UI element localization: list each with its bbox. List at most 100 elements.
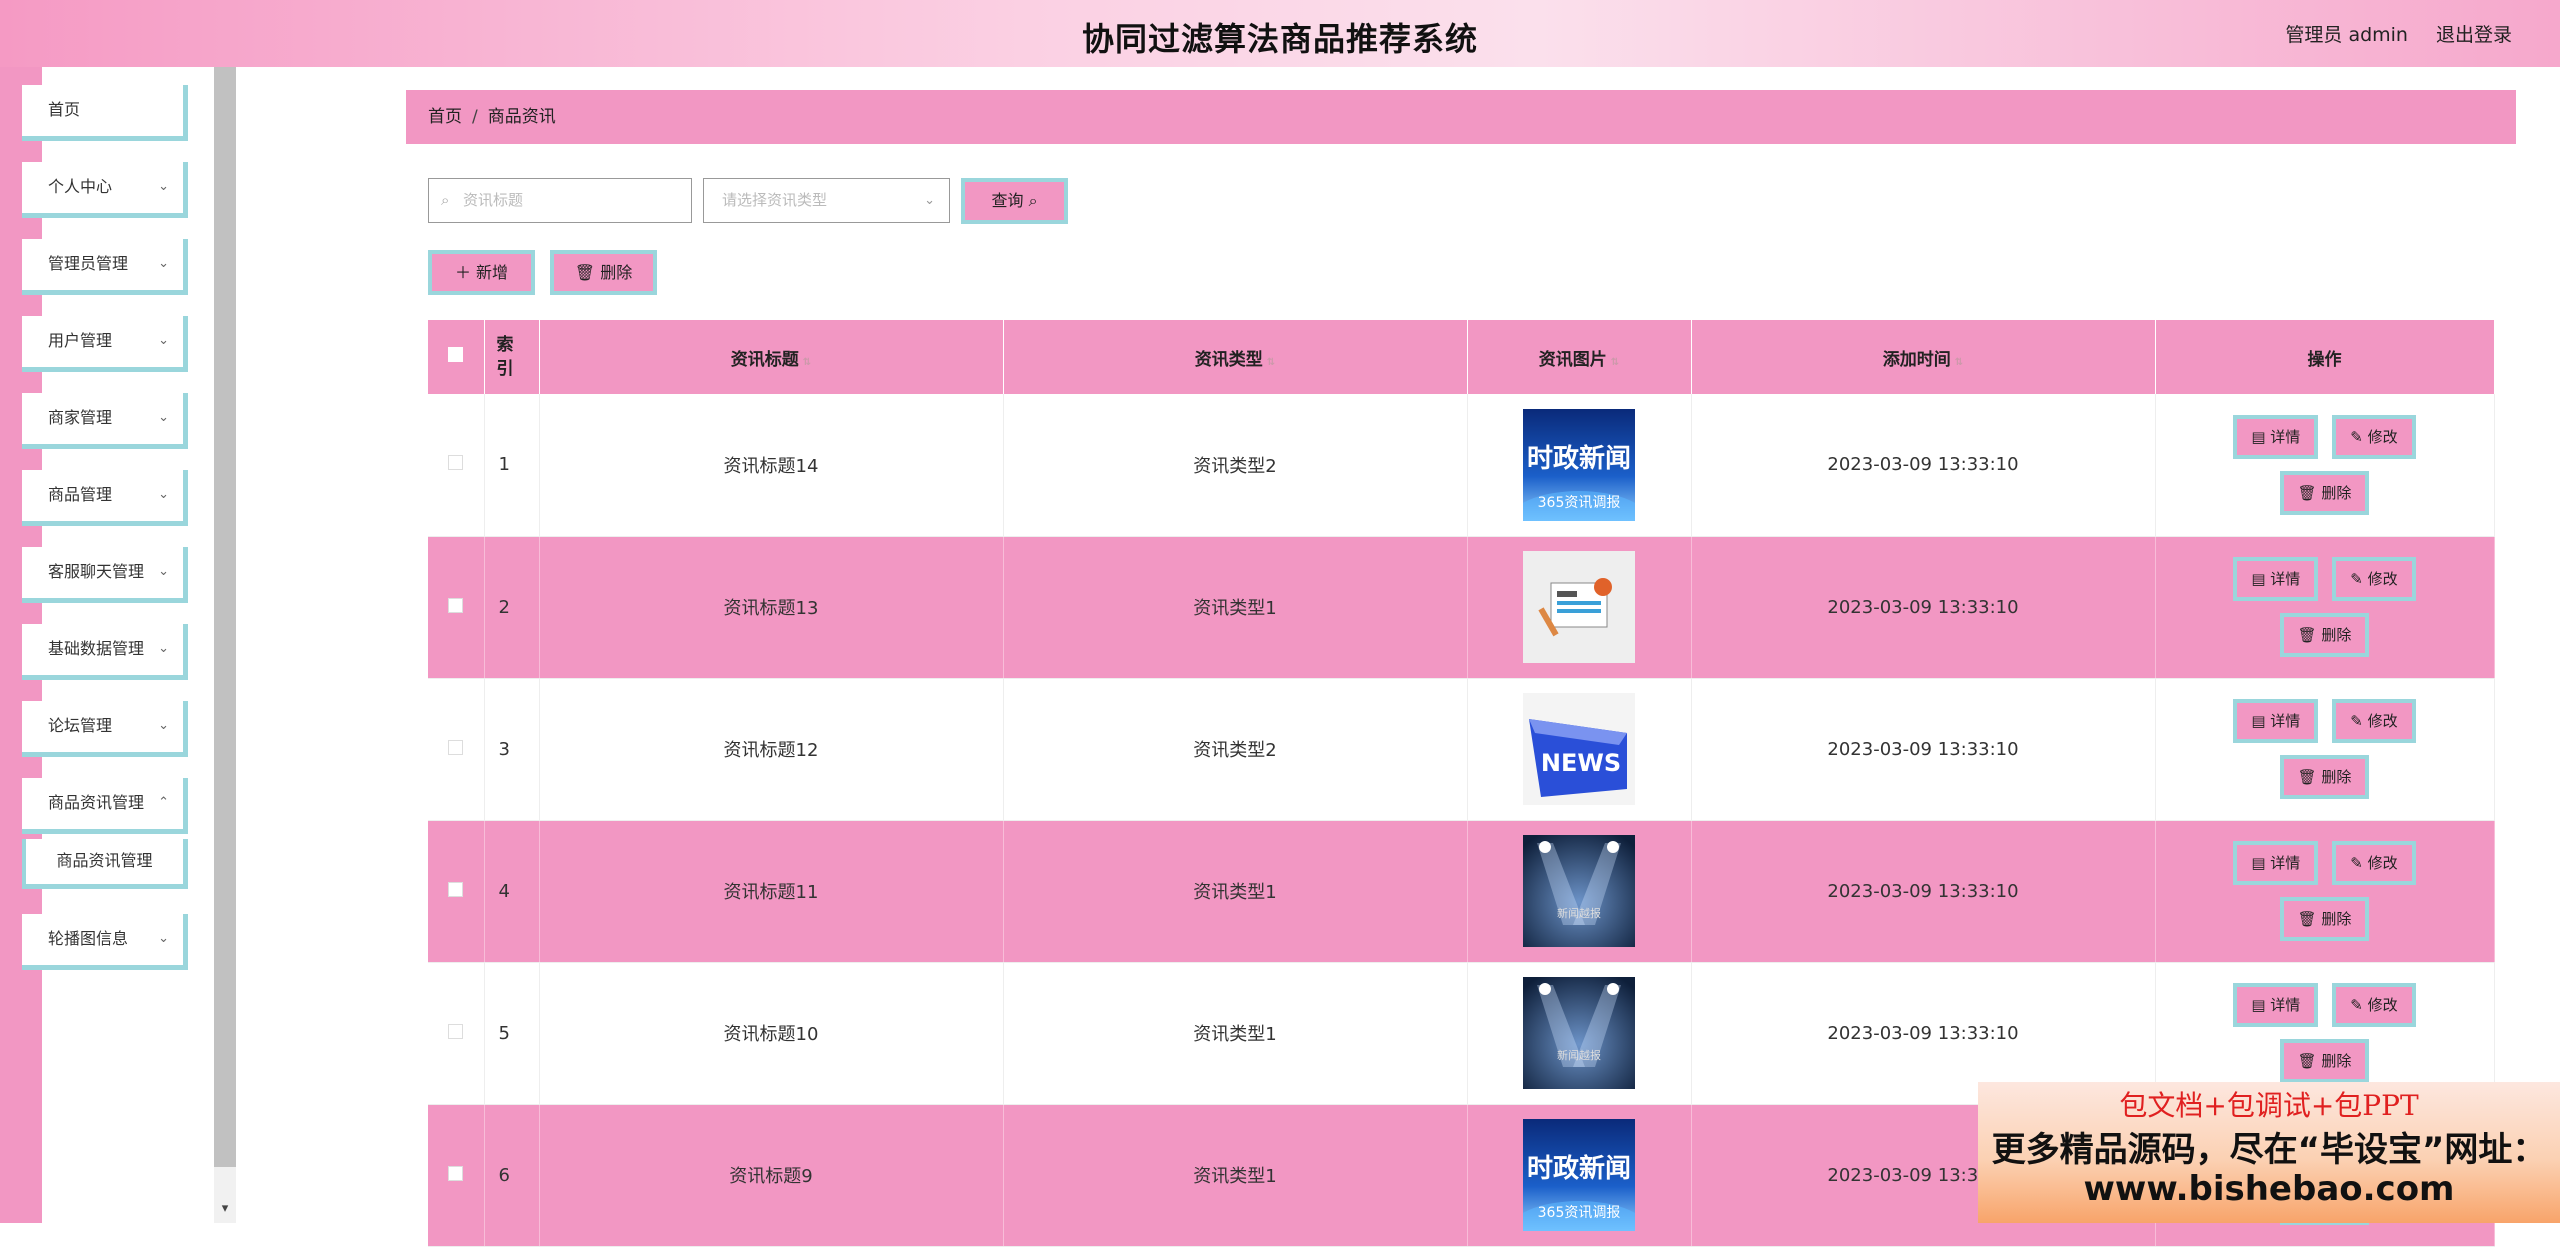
user-label[interactable]: 管理员 admin	[2285, 20, 2408, 47]
add-button[interactable]: ＋ 新增	[428, 250, 535, 295]
add-label: 新增	[476, 263, 509, 282]
document-icon: ▤	[2251, 996, 2266, 1014]
delete-button[interactable]: 🗑 删除	[2279, 613, 2370, 657]
delete-button[interactable]: 🗑 删除	[2279, 470, 2370, 515]
news-thumbnail[interactable]: 时政新闻 365资讯调报	[1523, 408, 1635, 521]
sidebar-item[interactable]: 商品资讯管理 ⌃	[22, 778, 188, 834]
row-image-cell: 时政新闻 365资讯调报	[1467, 394, 1692, 537]
title-search-input[interactable]: ⌕ 资讯标题	[428, 178, 692, 223]
svg-text:时政新闻: 时政新闻	[1527, 1153, 1631, 1184]
edit-button[interactable]: ✎ 修改	[2332, 841, 2416, 885]
table-row[interactable]: 1 资讯标题14 资讯类型2 时政新闻 365资讯调报 2023-03-09 13:33:…	[428, 394, 2495, 537]
chevron-down-icon: ⌄	[158, 410, 169, 425]
column-header-type[interactable]: 资讯类型 ⇅	[1003, 320, 1468, 394]
trash-icon: 🗑	[2297, 626, 2317, 644]
delete-label: 删除	[2321, 768, 2352, 786]
row-index: 3	[484, 678, 540, 821]
query-button[interactable]: 查询 ⌕	[961, 178, 1068, 224]
sidebar-item[interactable]: 管理员管理 ⌄	[22, 239, 188, 295]
sort-icon[interactable]: ⇅	[1267, 357, 1275, 368]
column-header-time[interactable]: 添加时间 ⇅	[1691, 320, 2156, 394]
row-select-cell	[428, 394, 485, 537]
select-all-checkbox[interactable]	[448, 347, 464, 362]
sidebar-item[interactable]: 基础数据管理 ⌄	[22, 624, 188, 680]
breadcrumb-home[interactable]: 首页	[428, 107, 462, 127]
row-checkbox[interactable]	[448, 1023, 464, 1039]
row-checkbox[interactable]	[448, 455, 464, 471]
edit-label: 修改	[2367, 570, 2398, 588]
table-row[interactable]: 3 资讯标题12 资讯类型2 NEWS 2023-03-09 13:33:10 ▤ 详情 ✎…	[428, 678, 2495, 821]
row-index: 5	[484, 962, 540, 1105]
detail-button[interactable]: ▤ 详情	[2233, 699, 2319, 743]
row-select-cell	[428, 536, 485, 679]
sidebar-item[interactable]: 个人中心 ⌄	[22, 162, 188, 218]
row-title: 资讯标题10	[539, 962, 1004, 1105]
news-thumbnail[interactable]	[1523, 551, 1635, 663]
scroll-down-icon[interactable]: ▾	[214, 1198, 236, 1220]
row-checkbox[interactable]	[448, 739, 464, 755]
delete-label: 删除	[600, 263, 633, 282]
app-title: 协同过滤算法商品推荐系统	[1081, 20, 1478, 58]
svg-text:时政新闻: 时政新闻	[1527, 443, 1631, 474]
row-checkbox[interactable]	[448, 881, 464, 897]
edit-button[interactable]: ✎ 修改	[2332, 557, 2416, 601]
sidebar-item-label: 商家管理	[48, 408, 113, 427]
delete-button[interactable]: 🗑 删除	[2279, 1039, 2370, 1083]
svg-text:365资讯调报: 365资讯调报	[1538, 1205, 1621, 1221]
detail-button[interactable]: ▤ 详情	[2233, 841, 2319, 885]
sidebar-item[interactable]: 客服聊天管理 ⌄	[22, 547, 188, 603]
row-type: 资讯类型1	[1003, 536, 1468, 679]
row-image-cell: NEWS	[1467, 678, 1692, 821]
row-title: 资讯标题9	[539, 1104, 1004, 1247]
sidebar-item-label: 管理员管理	[48, 254, 129, 273]
column-header-index: 索引	[484, 320, 540, 394]
sidebar-item-label: 首页	[48, 100, 81, 119]
type-select[interactable]: 请选择资讯类型 ⌄	[703, 178, 950, 223]
sort-icon[interactable]: ⇅	[803, 357, 811, 368]
sidebar-item[interactable]: 轮播图信息 ⌄	[22, 914, 188, 970]
detail-button[interactable]: ▤ 详情	[2233, 983, 2319, 1027]
sidebar-item[interactable]: 论坛管理 ⌄	[22, 701, 188, 757]
news-thumbnail[interactable]: 新闻越报	[1523, 835, 1635, 947]
sidebar-item[interactable]: 用户管理 ⌄	[22, 316, 188, 372]
news-thumbnail[interactable]: 新闻越报	[1523, 977, 1635, 1089]
table-row[interactable]: 4 资讯标题11 资讯类型1 新闻越报 2023-03-09 13:33:10 ▤ 详情 ✎…	[428, 820, 2495, 963]
sort-icon[interactable]: ⇅	[1955, 357, 1963, 368]
row-type: 资讯类型1	[1003, 820, 1468, 963]
edit-button[interactable]: ✎ 修改	[2332, 414, 2416, 459]
batch-delete-button[interactable]: 🗑 删除	[550, 250, 657, 295]
scrollbar-thumb[interactable]	[214, 67, 236, 1167]
svg-text:新闻越报: 新闻越报	[1557, 1048, 1601, 1062]
row-type: 资讯类型2	[1003, 678, 1468, 821]
edit-button[interactable]: ✎ 修改	[2332, 699, 2416, 743]
sidebar-subitem-news-management[interactable]: 商品资讯管理	[22, 839, 188, 889]
sidebar-item[interactable]: 首页	[22, 85, 188, 141]
edit-button[interactable]: ✎ 修改	[2332, 983, 2416, 1027]
row-index: 2	[484, 536, 540, 679]
chevron-down-icon: ⌄	[158, 641, 169, 656]
breadcrumb-separator: /	[472, 107, 478, 127]
pencil-icon: ✎	[2350, 427, 2363, 446]
sidebar-item[interactable]: 商品管理 ⌄	[22, 470, 188, 526]
column-header-title[interactable]: 资讯标题 ⇅	[539, 320, 1004, 394]
detail-button[interactable]: ▤ 详情	[2233, 557, 2319, 601]
column-header-image[interactable]: 资讯图片 ⇅	[1467, 320, 1692, 394]
news-thumbnail[interactable]: NEWS	[1523, 693, 1635, 805]
detail-button[interactable]: ▤ 详情	[2233, 414, 2319, 459]
table-row[interactable]: 2 资讯标题13 资讯类型1 2023-03-09 13:33:10 ▤ 详情 ✎ 修改 🗑…	[428, 536, 2495, 679]
delete-button[interactable]: 🗑 删除	[2279, 755, 2370, 799]
row-select-cell	[428, 820, 485, 963]
logout-link[interactable]: 退出登录	[2436, 20, 2512, 47]
search-icon: ⌕	[441, 191, 450, 209]
row-checkbox[interactable]	[448, 597, 464, 613]
chevron-down-icon: ⌄	[158, 256, 169, 271]
sidebar-item-label: 客服聊天管理	[48, 562, 145, 581]
sort-icon[interactable]: ⇅	[1611, 357, 1619, 368]
sidebar-item[interactable]: 商家管理 ⌄	[22, 393, 188, 449]
edit-label: 修改	[2367, 712, 2398, 730]
news-thumbnail[interactable]: 时政新闻 365资讯调报	[1523, 1119, 1635, 1231]
row-select-cell	[428, 1104, 485, 1247]
delete-label: 删除	[2321, 626, 2352, 644]
row-checkbox[interactable]	[448, 1165, 464, 1181]
delete-button[interactable]: 🗑 删除	[2279, 897, 2370, 941]
